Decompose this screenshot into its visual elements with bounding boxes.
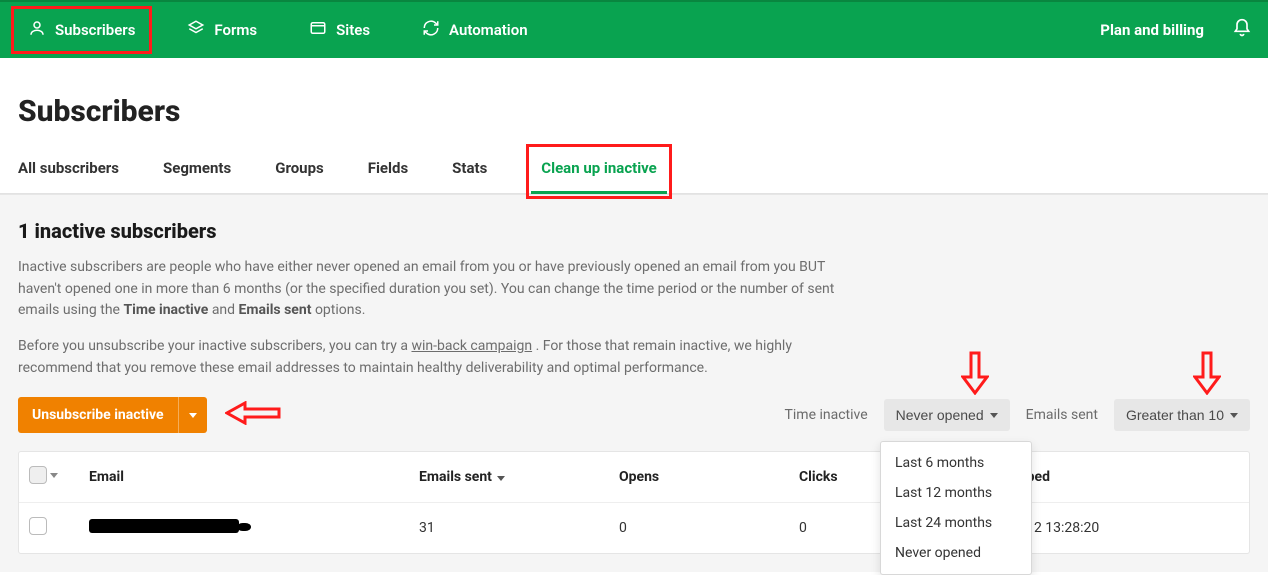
emails-sent-dropdown[interactable]: Greater than 10 [1114,399,1250,431]
col-opens[interactable]: Opens [619,469,799,485]
desc-text: Before you unsubscribe your inactive sub… [18,338,411,354]
unsubscribe-label: Unsubscribe inactive [18,397,178,433]
annotation-arrow-time-inactive [961,351,989,399]
time-option-never-opened[interactable]: Never opened [881,538,1031,568]
inactive-description-1: Inactive subscribers are people who have… [18,257,848,322]
tab-segments[interactable]: Segments [163,149,231,193]
tab-groups[interactable]: Groups [275,149,324,193]
nav-sites[interactable]: Sites [297,11,382,49]
time-option-24-months[interactable]: Last 24 months [881,508,1031,538]
time-inactive-menu: Last 6 months Last 12 months Last 24 mon… [880,441,1032,575]
winback-campaign-link[interactable]: win-back campaign [411,338,532,354]
select-all-checkbox[interactable] [29,466,47,484]
tab-all-subscribers[interactable]: All subscribers [18,149,119,193]
annotation-arrow-emails-sent [1193,351,1221,399]
col-email[interactable]: Email [89,469,419,485]
table-header: Email Emails sent Opens Clicks Subscribe… [19,452,1249,503]
time-inactive-dropdown[interactable]: Never opened [884,399,1010,431]
table-row: 31 0 0 020-11-12 13:28:20 [19,503,1249,553]
nav-forms[interactable]: Forms [175,11,269,49]
inactive-description-2: Before you unsubscribe your inactive sub… [18,336,848,379]
tab-fields[interactable]: Fields [368,149,408,193]
col-emails-sent[interactable]: Emails sent [419,469,619,485]
nav-plan-billing[interactable]: Plan and billing [1100,21,1204,39]
time-option-6-months[interactable]: Last 6 months [881,448,1031,478]
inactive-heading: 1 inactive subscribers [18,219,1250,243]
nav-automation-label: Automation [449,21,528,39]
desc-bold-emails-sent: Emails sent [239,302,312,318]
tab-cleanup-inactive[interactable]: Clean up inactive [531,149,666,194]
nav-subscribers-label: Subscribers [55,21,135,39]
desc-bold-time-inactive: Time inactive [123,302,208,318]
window-icon [309,19,327,41]
unsubscribe-split-toggle[interactable] [178,397,207,433]
time-option-12-months[interactable]: Last 12 months [881,478,1031,508]
cell-opens: 0 [619,520,799,536]
row-checkbox[interactable] [29,517,47,535]
unsubscribe-inactive-button[interactable]: Unsubscribe inactive [18,397,207,433]
annotation-arrow-unsubscribe [225,401,281,429]
desc-text: options. [315,302,365,318]
top-nav: Subscribers Forms Sites Automation Plan … [0,2,1268,58]
page-title: Subscribers [18,94,1250,129]
nav-forms-label: Forms [214,21,257,39]
cell-emails-sent: 31 [419,520,619,536]
nav-sites-label: Sites [336,21,370,39]
emails-sent-label: Emails sent [1026,407,1098,423]
inactive-table: Email Emails sent Opens Clicks Subscribe… [18,451,1250,554]
emails-sent-value: Greater than 10 [1126,407,1224,423]
time-inactive-value: Never opened [896,407,984,423]
action-row: Unsubscribe inactive Time inactive Never… [18,397,1250,433]
nav-automation[interactable]: Automation [410,11,540,49]
nav-subscribers[interactable]: Subscribers [16,11,147,49]
person-icon [28,19,46,41]
tab-stats[interactable]: Stats [452,149,487,193]
redacted-email [89,519,239,533]
layers-icon [187,19,205,41]
subscriber-tabs: All subscribers Segments Groups Fields S… [0,149,1268,194]
refresh-icon [422,19,440,41]
notifications-button[interactable] [1232,18,1252,42]
bell-icon [1232,23,1252,42]
desc-text: and [212,302,239,318]
cleanup-panel: 1 inactive subscribers Inactive subscrib… [0,194,1268,572]
time-inactive-label: Time inactive [785,407,868,423]
